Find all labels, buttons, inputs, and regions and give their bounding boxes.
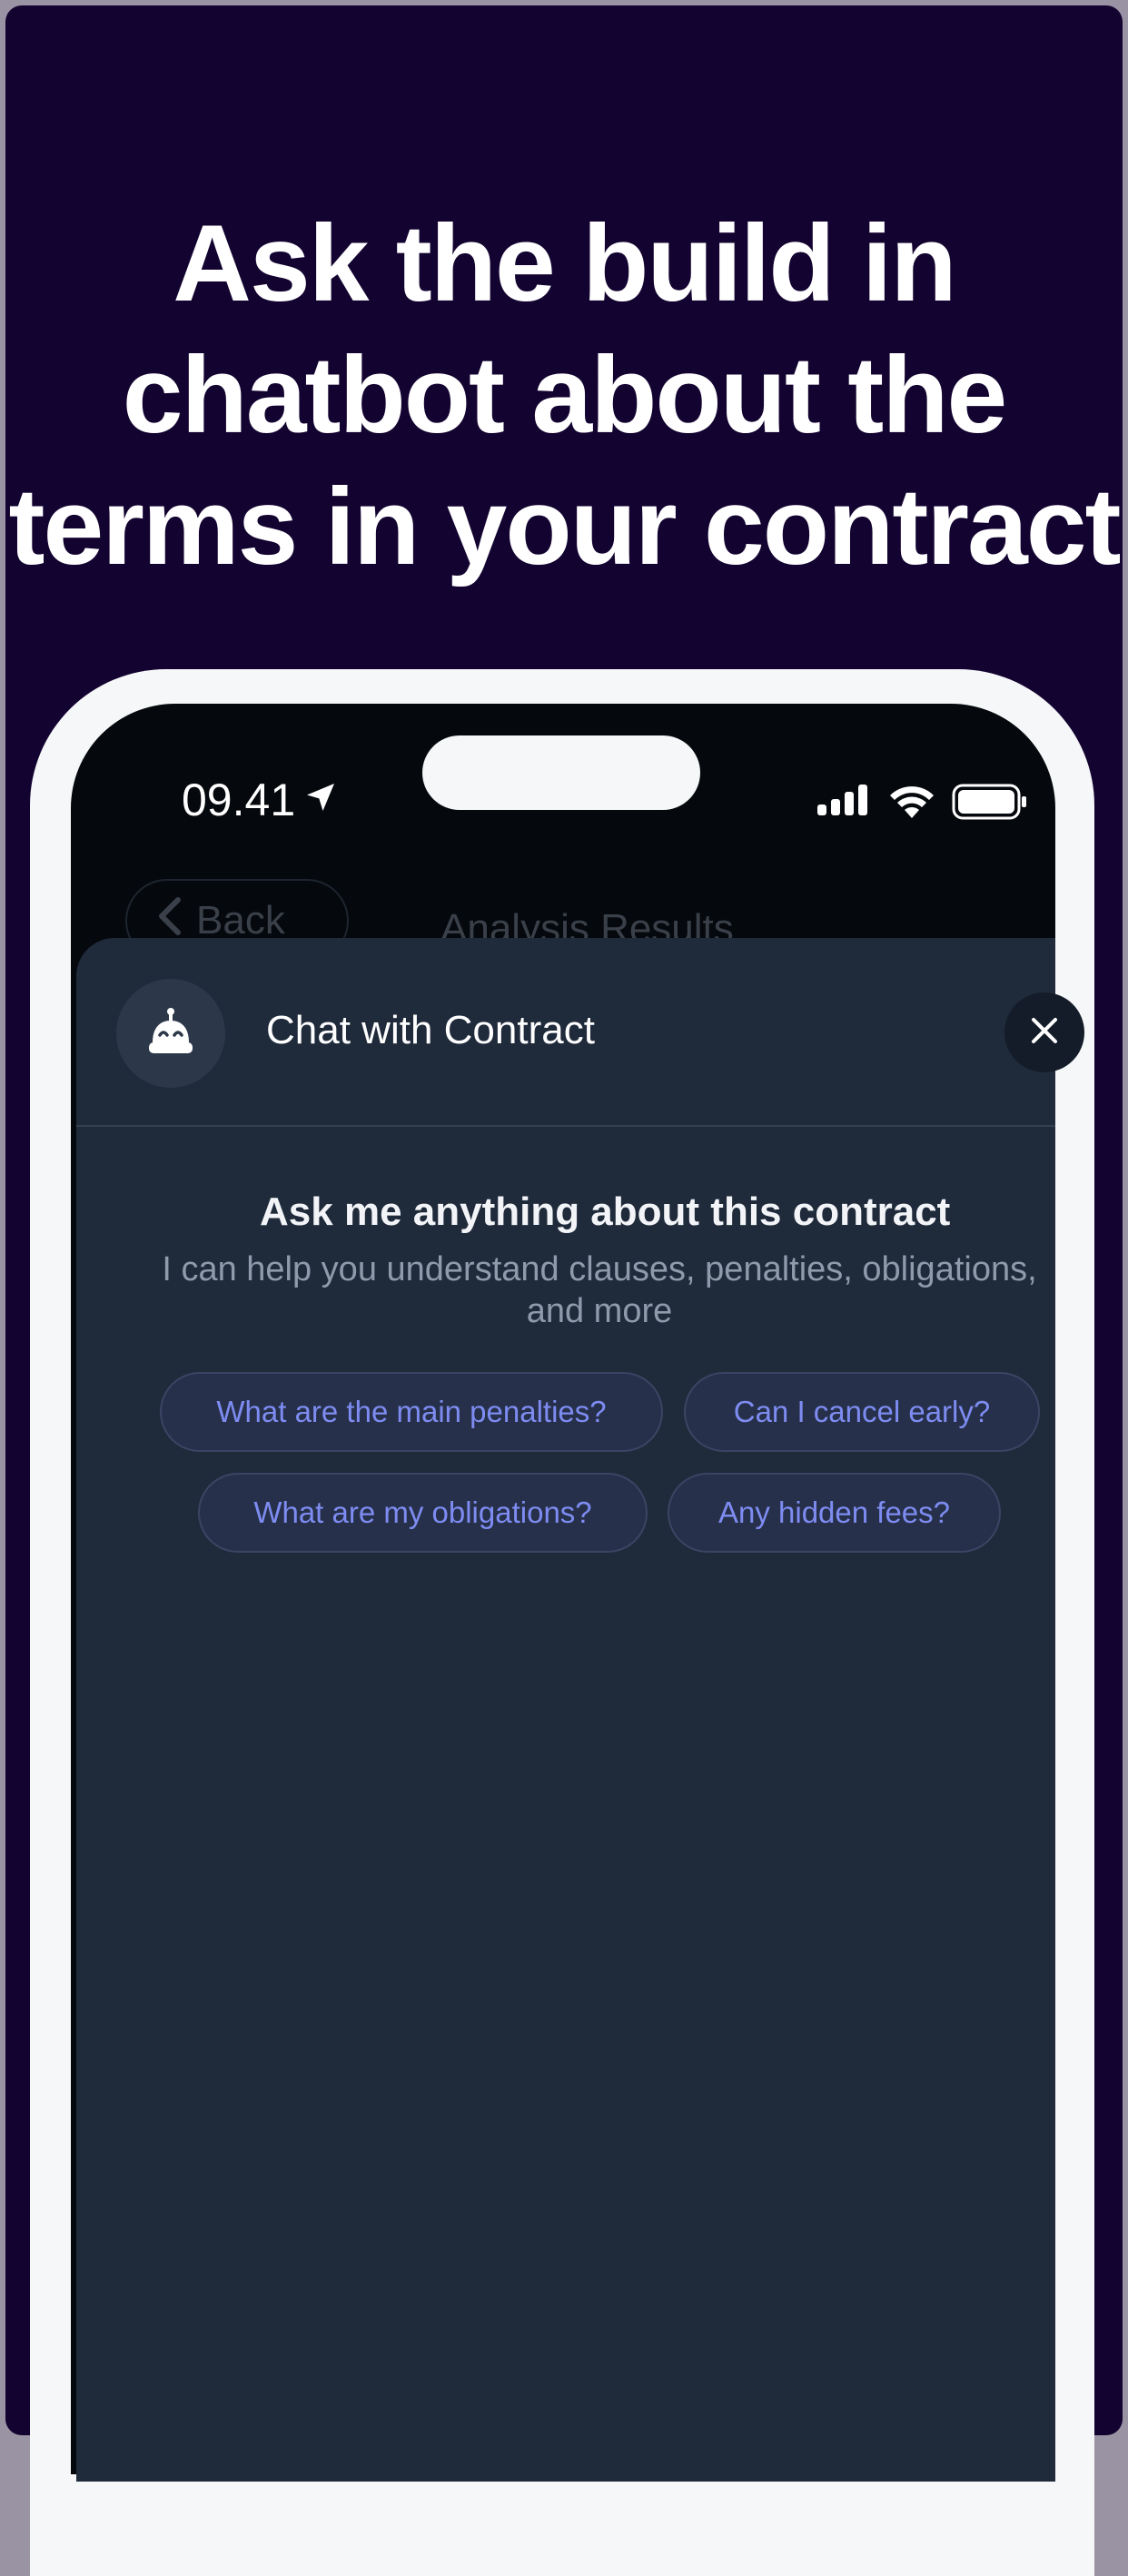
chat-sheet [76, 938, 1055, 2482]
chat-title: Chat with Contract [266, 1008, 595, 1052]
wifi-icon [888, 784, 935, 824]
status-time-text: 09.41 [182, 775, 296, 825]
dynamic-island [422, 735, 700, 810]
close-button[interactable] [1004, 992, 1084, 1072]
marketing-headline: Ask the build in chatbot about the terms… [5, 198, 1123, 593]
location-arrow-icon [302, 774, 339, 826]
suggestion-chip[interactable]: What are the main penalties? [160, 1372, 663, 1452]
headline-line-1: Ask the build in [173, 202, 956, 324]
back-button-label: Back [196, 898, 285, 943]
intro-subtitle-line-1: I can help you understand clauses, penal… [162, 1250, 1037, 1288]
intro-subtitle-line-2: and more [526, 1292, 673, 1330]
battery-icon [952, 783, 1028, 825]
suggestion-chip[interactable]: Any hidden fees? [668, 1473, 1001, 1553]
bot-avatar [116, 979, 225, 1088]
suggestion-chip[interactable]: Can I cancel early? [684, 1372, 1040, 1452]
close-icon [1026, 1012, 1063, 1053]
headline-line-3: terms in your contract [8, 466, 1122, 587]
suggestion-chip[interactable]: What are my obligations? [198, 1473, 648, 1553]
headline-line-2: chatbot about the [122, 334, 1008, 456]
cellular-signal-icon [817, 785, 872, 824]
status-time: 09.41 [182, 774, 339, 826]
status-icons [817, 783, 1028, 825]
intro-subtitle: I can help you understand clauses, penal… [136, 1249, 1063, 1332]
intro-title: Ask me anything about this contract [260, 1189, 951, 1234]
robot-icon [145, 1006, 196, 1061]
